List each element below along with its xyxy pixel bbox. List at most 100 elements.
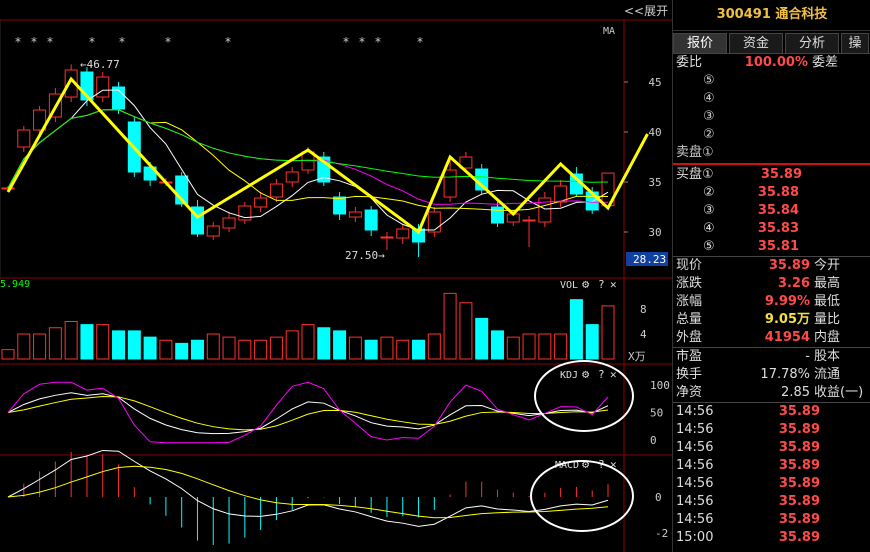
sell-order-row: ④ [673, 90, 870, 108]
candle-body [443, 169, 457, 198]
tick-price: 35.89 [778, 530, 820, 545]
tick-time: 14:56 [676, 494, 714, 509]
volume-bar [412, 339, 426, 360]
tick-time: 14:56 [676, 440, 714, 455]
volume-bar [33, 333, 47, 360]
fund-value: - [805, 349, 810, 364]
vol-gear-icon: ⚙ [582, 277, 590, 291]
buy-orders: 买盘① 35.89 ② 35.88 ③ 35.84 ④ 35.83 ⑤ 35.81 [673, 166, 870, 256]
vol-label: VOL [560, 280, 578, 291]
quote-label: 涨跌 [676, 276, 703, 291]
tick-row: 14:56 35.89 [673, 493, 870, 511]
volume-bar [569, 299, 583, 360]
volume-bar [1, 349, 15, 360]
sell-order-row: 卖盘① [673, 144, 870, 162]
buy-order-row: ② 35.88 [673, 184, 870, 202]
quote-stats: 现价 35.89 今开 涨跌 3.26 最高 涨幅 9.99% 最低 总量 9.05万 量比 外盘 419… [673, 257, 870, 347]
sell-order-label: ③ [703, 109, 715, 124]
volume-bar [490, 330, 504, 360]
candle-body [206, 225, 220, 237]
chart-area[interactable]: 45 40 35 30 8 4 100 50 0 0 -2 * * * * * * * * * * * ←46.77 27.5… [0, 0, 672, 552]
tick-row: 14:56 35.89 [673, 439, 870, 457]
buy-order-price: 35.84 [757, 203, 799, 218]
volume-bar [206, 333, 220, 360]
candle-body [333, 196, 347, 215]
fund-row: 市盈 - 股本 [673, 348, 870, 366]
buy-order-price: 35.88 [757, 185, 799, 200]
volume-bar [127, 330, 141, 360]
tick-row: 14:56 35.89 [673, 421, 870, 439]
sell-order-row: ② [673, 126, 870, 144]
volume-bar [333, 330, 347, 360]
candle-body [17, 129, 31, 148]
fund-label: 市盈 [676, 349, 703, 364]
candle-body [396, 228, 410, 239]
quote-label: 涨幅 [676, 294, 703, 309]
volume-bar [269, 336, 283, 360]
price-tag: 28.23 [633, 253, 666, 266]
fund-label: 换手 [676, 367, 703, 382]
tab-analysis[interactable]: 分析 [785, 33, 839, 53]
tab-operation[interactable]: 操 [841, 33, 869, 53]
volume-bar [285, 330, 299, 360]
volume-bar [222, 336, 236, 360]
fund-label: 净资 [676, 385, 703, 400]
quote-tabs: 报价 资金 分析 操 [673, 33, 870, 54]
macd-dif-line [7, 449, 609, 527]
volume-bar [48, 327, 62, 360]
signal-star: * [224, 35, 231, 49]
quote-row: 外盘 41954 内盘 [673, 329, 870, 347]
sell-order-label: ④ [703, 91, 715, 106]
kdj-axis-label: 100 [650, 379, 670, 392]
buy-order-label: 买盘① [676, 167, 714, 182]
volume-bar [443, 292, 457, 360]
price-axis-label: 40 [648, 126, 661, 139]
macd-axis-label: 0 [655, 491, 662, 504]
fund-label-2: 股本 [814, 349, 841, 364]
tick-list[interactable]: 14:56 35.89 14:56 35.89 14:56 35.89 14:56 35.89… [673, 403, 870, 547]
quote-row: 现价 35.89 今开 [673, 257, 870, 275]
fund-row: 净资 2.85 收益(一) [673, 384, 870, 402]
tab-quote[interactable]: 报价 [673, 33, 727, 53]
tick-time: 15:00 [676, 530, 714, 545]
signal-star: * [118, 35, 125, 49]
kdj-axis-label: 50 [650, 407, 663, 420]
tick-row: 14:56 35.89 [673, 403, 870, 421]
quote-label-2: 量比 [814, 312, 841, 327]
vol-value: 5.949 [0, 279, 30, 290]
quote-value: 41954 [764, 330, 810, 345]
expand-button[interactable]: <<展开 [624, 2, 670, 18]
volume-bar [380, 336, 394, 360]
price-axis-label: 35 [648, 176, 661, 189]
kdj-highlight-circle [534, 360, 634, 432]
tick-time: 14:56 [676, 512, 714, 527]
fund-row: 换手 17.78% 流通 [673, 366, 870, 384]
quote-row: 总量 9.05万 量比 [673, 311, 870, 329]
ma-label: MA [603, 26, 615, 37]
candle-body [427, 211, 441, 233]
kdj-axis-label: 0 [650, 434, 657, 447]
volume-bar [112, 330, 126, 360]
volume-bar [585, 324, 599, 360]
high-price-mark: ←46.77 [80, 58, 120, 71]
signal-star: * [14, 35, 21, 49]
stock-title: 300491 通合科技 [673, 0, 870, 31]
fund-label-2: 流通 [814, 367, 841, 382]
vol-axis-label: 4 [640, 328, 647, 341]
volume-bar [506, 336, 520, 360]
buy-order-row: ⑤ 35.81 [673, 238, 870, 256]
quote-value: 9.05万 [764, 312, 810, 327]
tab-funds[interactable]: 资金 [729, 33, 783, 53]
volume-bar [96, 324, 110, 360]
buy-order-row: ④ 35.83 [673, 220, 870, 238]
quote-value: 35.89 [768, 258, 810, 273]
quote-label-2: 内盘 [814, 330, 841, 345]
tick-price: 35.89 [778, 458, 820, 473]
tick-price: 35.89 [778, 404, 820, 419]
candle-body [254, 197, 268, 208]
tick-time: 14:56 [676, 422, 714, 437]
volume-bar [64, 321, 78, 360]
fund-value: 2.85 [781, 385, 810, 400]
signal-star: * [416, 35, 423, 49]
tick-price: 35.89 [778, 476, 820, 491]
